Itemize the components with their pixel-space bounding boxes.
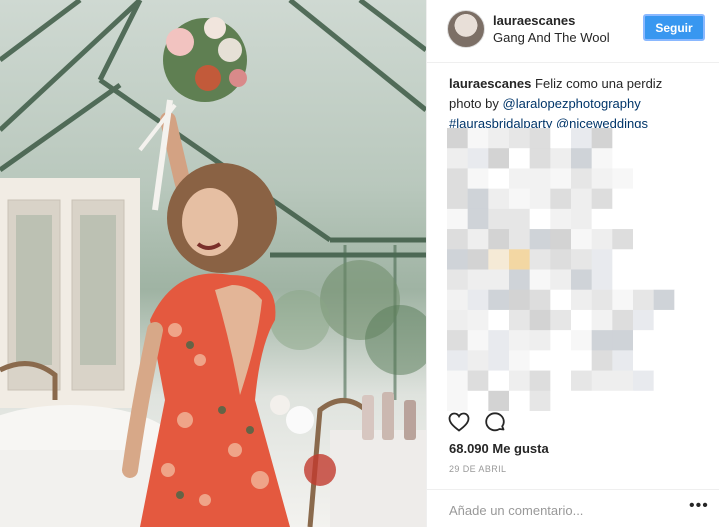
post-header: lauraescanes Gang And The Wool Seguir: [427, 0, 719, 63]
caption-photo-by: photo by: [449, 96, 503, 111]
avatar[interactable]: [447, 10, 485, 48]
heart-icon[interactable]: [447, 410, 471, 434]
comment-icon[interactable]: [483, 410, 507, 434]
likes-count[interactable]: 68.090 Me gusta: [449, 441, 549, 456]
more-options-icon[interactable]: •••: [689, 497, 709, 515]
post-photo[interactable]: [0, 0, 426, 527]
caption-text: Feliz como una perdiz: [535, 76, 663, 91]
caption-username[interactable]: lauraescanes: [449, 76, 531, 91]
comment-bar: •••: [427, 489, 719, 528]
header-location[interactable]: Gang And The Wool: [493, 30, 610, 45]
post-sidebar: lauraescanes Gang And The Wool Seguir la…: [426, 0, 719, 527]
photo-illustration: [0, 0, 426, 527]
pixelated-comments: [447, 128, 695, 411]
photographer-link[interactable]: @laralopezphotography: [503, 96, 641, 111]
follow-button[interactable]: Seguir: [643, 14, 705, 41]
header-username[interactable]: lauraescanes: [493, 13, 575, 28]
post-view: lauraescanes Gang And The Wool Seguir la…: [0, 0, 719, 527]
comment-input[interactable]: [447, 500, 671, 520]
post-caption: lauraescanes Feliz como una perdiz photo…: [449, 74, 709, 134]
post-date: 29 DE ABRIL: [449, 464, 507, 474]
